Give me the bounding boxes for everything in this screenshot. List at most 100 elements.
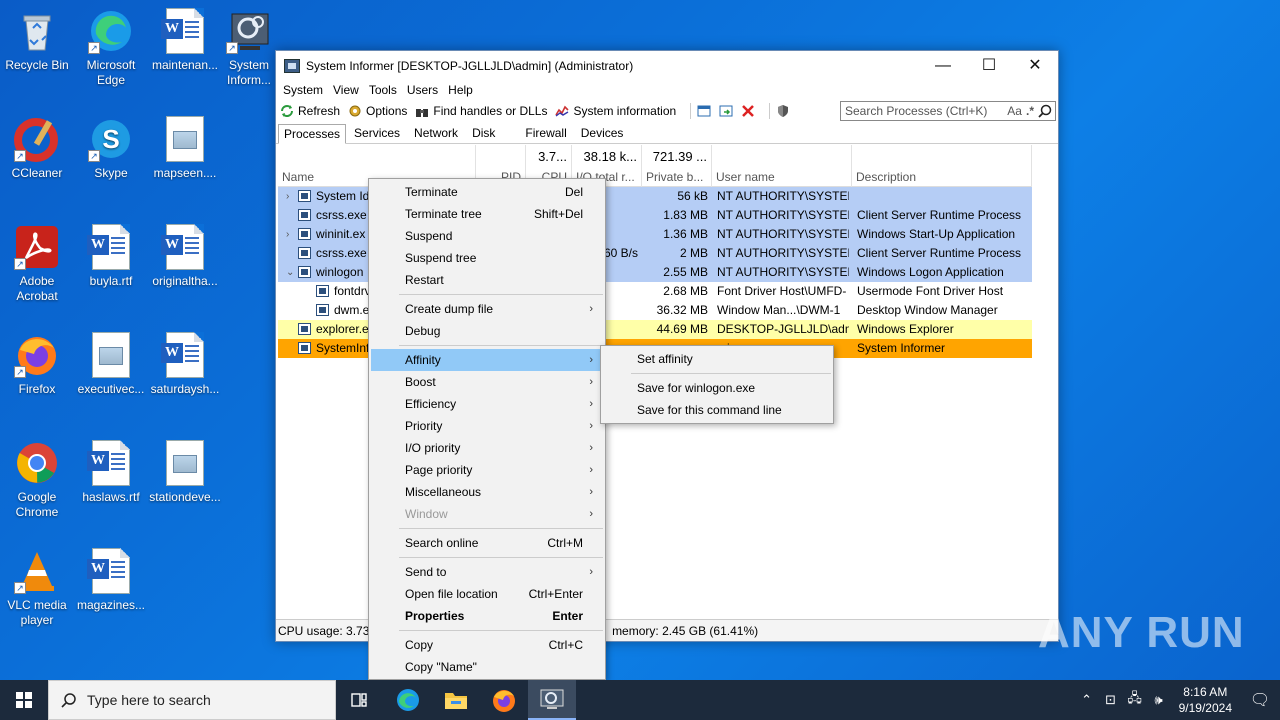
volume-icon[interactable]: 🕪 xyxy=(1147,692,1171,708)
menu-item-efficiency[interactable]: Efficiency › xyxy=(371,393,603,415)
refresh-icon xyxy=(281,105,293,117)
desktop-icon-mapseen[interactable]: mapseen.... xyxy=(148,116,222,181)
menu-item-set-affinity[interactable]: Set affinity xyxy=(603,348,831,370)
notifications-icon[interactable]: 🗨 xyxy=(1240,690,1280,710)
menu-item-terminate-tree[interactable]: Terminate tree Shift+Del xyxy=(371,203,603,225)
network-icon[interactable]: 🖧 xyxy=(1123,689,1147,711)
menu-help[interactable]: Help xyxy=(443,83,478,97)
title-bar[interactable]: System Informer [DESKTOP-JGLLJLD\admin] … xyxy=(276,51,1058,80)
menu-tools[interactable]: Tools xyxy=(364,83,402,97)
start-button[interactable] xyxy=(0,680,48,720)
regex-toggle[interactable]: .* xyxy=(1026,104,1034,118)
network-status-icon[interactable]: ⊡ xyxy=(1099,692,1123,708)
system-information-button[interactable]: System information xyxy=(555,104,676,118)
tab-disk[interactable]: Disk xyxy=(466,123,501,143)
menu-item-boost[interactable]: Boost › xyxy=(371,371,603,393)
find-handles-button[interactable]: Find handles or DLLs xyxy=(415,104,547,118)
column-private-bytes[interactable]: 721.39 ... Private b... xyxy=(642,145,712,187)
expand-chevron-icon[interactable]: › xyxy=(286,191,298,202)
desktop-icon-skype[interactable]: S ↗ Skype xyxy=(74,116,148,181)
menu-item-label: Terminate xyxy=(405,185,458,199)
menu-item-terminate[interactable]: Terminate Del xyxy=(371,181,603,203)
desktop-icon-maintenan[interactable]: W maintenan... xyxy=(148,8,222,73)
menu-item-suspend-tree[interactable]: Suspend tree xyxy=(371,247,603,269)
window-icon[interactable] xyxy=(697,104,711,118)
desktop-icon-magazines[interactable]: W magazines... xyxy=(74,548,148,613)
menu-item-page-priority[interactable]: Page priority › xyxy=(371,459,603,481)
taskbar-firefox[interactable] xyxy=(480,680,528,720)
taskbar-search-placeholder: Type here to search xyxy=(87,692,211,708)
desktop-icon-vlc[interactable]: ↗ VLC media player xyxy=(0,548,74,628)
menu-item-copy[interactable]: Copy Ctrl+C xyxy=(371,634,603,656)
desktop-icon-buyla[interactable]: W buyla.rtf xyxy=(74,224,148,289)
desktop-icon-recycle-bin[interactable]: Recycle Bin xyxy=(0,8,74,73)
menu-system[interactable]: System xyxy=(278,83,328,97)
tab-devices[interactable]: Devices xyxy=(575,123,630,143)
taskbar-file-explorer[interactable] xyxy=(432,680,480,720)
column-user-name[interactable]: User name xyxy=(712,145,852,187)
menu-view[interactable]: View xyxy=(328,83,364,97)
menu-item-affinity[interactable]: Affinity › xyxy=(371,349,603,371)
menu-item-suspend[interactable]: Suspend xyxy=(371,225,603,247)
menu-item-save-for-command-line[interactable]: Save for this command line xyxy=(603,399,831,421)
search-icon[interactable] xyxy=(1038,104,1052,118)
desktop-icon-saturdaysh[interactable]: W saturdaysh... xyxy=(148,332,222,397)
show-hidden-icons-chevron-icon[interactable]: ⌃ xyxy=(1075,692,1099,708)
shield-icon[interactable] xyxy=(776,104,790,118)
desktop-icon-ccleaner[interactable]: ↗ CCleaner xyxy=(0,116,74,181)
menu-users[interactable]: Users xyxy=(402,83,443,97)
menu-item-properties[interactable]: Properties Enter xyxy=(371,605,603,627)
menu-item-save-for-exe[interactable]: Save for winlogon.exe xyxy=(603,377,831,399)
menu-item-io-priority[interactable]: I/O priority › xyxy=(371,437,603,459)
desktop-icon-label: mapseen.... xyxy=(153,166,217,180)
options-label: Options xyxy=(366,104,408,118)
taskbar-search-box[interactable]: Type here to search xyxy=(48,680,336,720)
maximize-button[interactable]: ☐ xyxy=(966,51,1012,80)
window-go-icon[interactable] xyxy=(719,104,733,118)
menu-item-label: Miscellaneous xyxy=(405,485,482,499)
menu-item-create-dump-file[interactable]: Create dump file › xyxy=(371,298,603,320)
menu-item-search-online[interactable]: Search online Ctrl+M xyxy=(371,532,603,554)
menu-item-send-to[interactable]: Send to › xyxy=(371,561,603,583)
desktop-icon-adobe-acrobat[interactable]: ↗ Adobe Acrobat xyxy=(0,224,74,304)
minimize-button[interactable]: — xyxy=(920,51,966,80)
desktop-icon-firefox[interactable]: ↗ Firefox xyxy=(0,332,74,397)
clock-time: 8:16 AM xyxy=(1183,685,1228,699)
desktop-icon-originaltha[interactable]: W originaltha... xyxy=(148,224,222,289)
close-button[interactable]: ✕ xyxy=(1012,51,1058,80)
process-name: csrss.exe xyxy=(316,208,367,222)
desktop-icon-system-informer[interactable]: ↗ System Inform... xyxy=(222,8,276,88)
menu-item-restart[interactable]: Restart xyxy=(371,269,603,291)
expand-chevron-icon[interactable]: › xyxy=(286,229,298,240)
tab-firewall[interactable]: Firewall xyxy=(519,123,572,143)
terminate-icon[interactable] xyxy=(741,104,755,118)
desktop-icon-google-chrome[interactable]: Google Chrome xyxy=(0,440,74,520)
column-description[interactable]: Description xyxy=(852,145,1032,187)
desktop-icon-label: Firefox xyxy=(18,382,56,396)
edge-icon xyxy=(397,689,419,711)
submenu-arrow-icon: › xyxy=(589,566,593,578)
desktop-icon-stationdeve[interactable]: stationdeve... xyxy=(148,440,222,505)
tab-processes[interactable]: Processes xyxy=(278,124,347,144)
taskbar-system-informer[interactable] xyxy=(528,680,576,720)
taskbar-edge[interactable] xyxy=(384,680,432,720)
tab-services[interactable]: Services xyxy=(348,123,406,143)
desktop-icon-executivec[interactable]: executivec... xyxy=(74,332,148,397)
options-button[interactable]: Options xyxy=(348,104,407,118)
tab-network[interactable]: Network xyxy=(408,123,464,143)
description-cell: Client Server Runtime Process xyxy=(857,246,1022,260)
menu-item-copy-name[interactable]: Copy "Name" xyxy=(371,656,603,678)
menu-item-debug[interactable]: Debug xyxy=(371,320,603,342)
task-view-button[interactable] xyxy=(336,680,384,720)
search-processes-input[interactable]: Search Processes (Ctrl+K) Aa .* xyxy=(840,101,1056,121)
refresh-button[interactable]: Refresh xyxy=(280,104,340,118)
clock[interactable]: 8:16 AM 9/19/2024 xyxy=(1171,684,1240,716)
expand-chevron-icon[interactable]: ⌄ xyxy=(286,267,298,278)
match-case-toggle[interactable]: Aa xyxy=(1007,104,1022,118)
menu-item-open-file-location[interactable]: Open file location Ctrl+Enter xyxy=(371,583,603,605)
menu-item-priority[interactable]: Priority › xyxy=(371,415,603,437)
menu-item-miscellaneous[interactable]: Miscellaneous › xyxy=(371,481,603,503)
desktop-icon-edge[interactable]: ↗ Microsoft Edge xyxy=(74,8,148,88)
desktop-icon-haslaws[interactable]: W haslaws.rtf xyxy=(74,440,148,505)
submenu-arrow-icon: › xyxy=(589,354,593,366)
